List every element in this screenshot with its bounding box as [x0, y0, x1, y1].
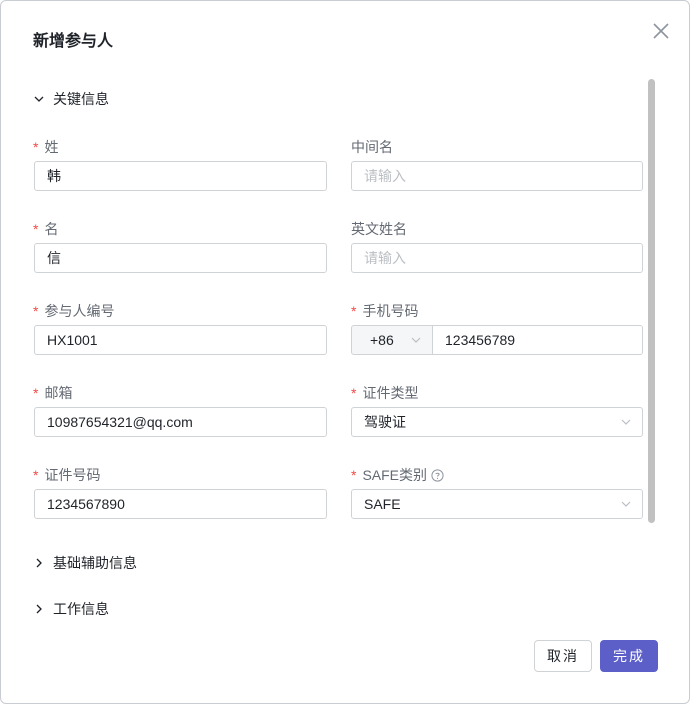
required-mark: * [351, 303, 357, 319]
middle-name-label: 中间名 [351, 139, 393, 155]
required-mark: * [33, 221, 39, 237]
chevron-down-icon [621, 501, 631, 507]
required-mark: * [33, 385, 39, 401]
chevron-down-icon [621, 419, 631, 425]
required-mark: * [33, 467, 39, 483]
id-type-label: * 证件类型 [351, 385, 419, 401]
form-scroll-area[interactable]: 关键信息 * 姓 韩 中间名 请输入 * 名 信 英文姓名 请输入 * 参与人编… [1, 77, 659, 615]
chevron-right-icon [36, 604, 42, 614]
first-name-field[interactable]: 信 [34, 243, 327, 273]
chevron-down-icon [34, 96, 44, 102]
first-name-label: * 名 [33, 221, 59, 237]
id-number-label: * 证件号码 [33, 467, 101, 483]
done-button[interactable]: 完成 [600, 640, 658, 672]
dialog-title: 新增参与人 [33, 33, 114, 50]
required-mark: * [33, 303, 39, 319]
cancel-button[interactable]: 取消 [534, 640, 592, 672]
english-name-field[interactable]: 请输入 [351, 243, 643, 273]
chevron-down-icon [411, 337, 421, 343]
section-work-info-label: 工作信息 [53, 601, 109, 615]
section-work-info[interactable]: 工作信息 [33, 598, 109, 615]
required-mark: * [351, 467, 357, 483]
email-label: * 邮箱 [33, 385, 73, 401]
section-basic-aux[interactable]: 基础辅助信息 [33, 552, 137, 574]
email-field[interactable]: 10987654321@qq.com [34, 407, 327, 437]
last-name-label: * 姓 [33, 139, 59, 155]
phone-label: * 手机号码 [351, 303, 419, 319]
required-mark: * [351, 385, 357, 401]
phone-country-code-select[interactable]: +86 [351, 325, 433, 355]
required-mark: * [33, 139, 39, 155]
section-key-info[interactable]: 关键信息 [33, 88, 109, 110]
english-name-label: 英文姓名 [351, 221, 407, 237]
id-type-select[interactable]: 驾驶证 [351, 407, 643, 437]
close-icon[interactable] [649, 19, 673, 43]
safe-category-select[interactable]: SAFE [351, 489, 643, 519]
section-basic-aux-label: 基础辅助信息 [53, 555, 137, 571]
safe-category-label: * SAFE类别 [351, 465, 444, 485]
participant-id-field[interactable]: HX1001 [34, 325, 327, 355]
participant-id-label: * 参与人编号 [33, 303, 115, 319]
question-circle-icon[interactable] [431, 468, 444, 482]
phone-number-field[interactable]: 123456789 [433, 325, 643, 355]
middle-name-field[interactable]: 请输入 [351, 161, 643, 191]
section-key-info-label: 关键信息 [53, 91, 109, 107]
scrollbar-thumb[interactable] [648, 79, 655, 523]
last-name-field[interactable]: 韩 [34, 161, 327, 191]
add-participant-dialog: 新增参与人 关键信息 * 姓 韩 中间名 请输入 * 名 信 英文姓名 请输入 … [0, 0, 690, 704]
chevron-right-icon [36, 558, 42, 568]
id-number-field[interactable]: 1234567890 [34, 489, 327, 519]
